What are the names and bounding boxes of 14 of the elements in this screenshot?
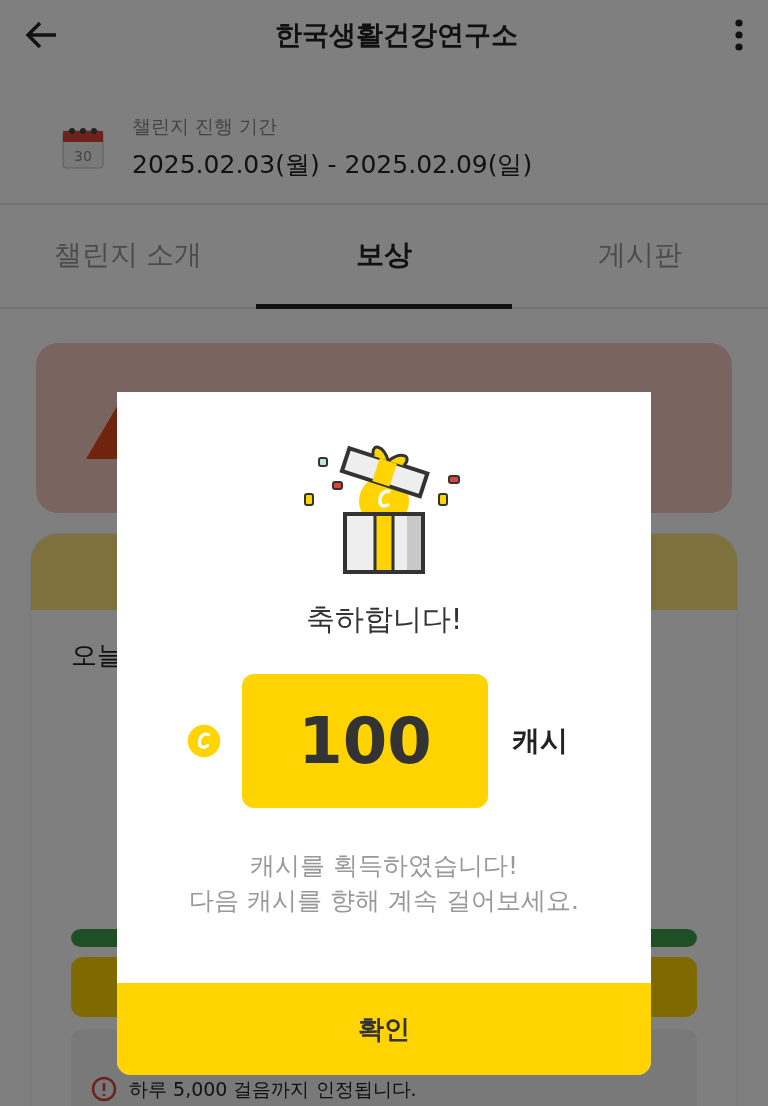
dialog-title: 축하합니다! [305,601,463,638]
more-icon[interactable] [734,18,744,52]
period-label: 챌린지 진행 기간 [132,114,279,139]
coin-icon [186,723,222,759]
back-icon[interactable] [24,20,58,50]
tab[interactable]: 보상 [256,205,512,309]
notice-text: 하루 5,000 걸음까지 인정됩니다. [129,1077,417,1101]
reward-amount: 100 [242,674,488,808]
info-icon [91,1076,117,1102]
period-dates: 2025.02.03(월) - 2025.02.09(일) [132,149,533,181]
currency-unit: 캐시 [512,723,569,759]
page-title: 한국생활건강연구소 [274,18,518,52]
confirm-button[interactable]: 확인 [117,983,651,1075]
reward-message: 캐시를 획득하였습니다! 다음 캐시를 향해 계속 걸어보세요. [189,850,579,917]
